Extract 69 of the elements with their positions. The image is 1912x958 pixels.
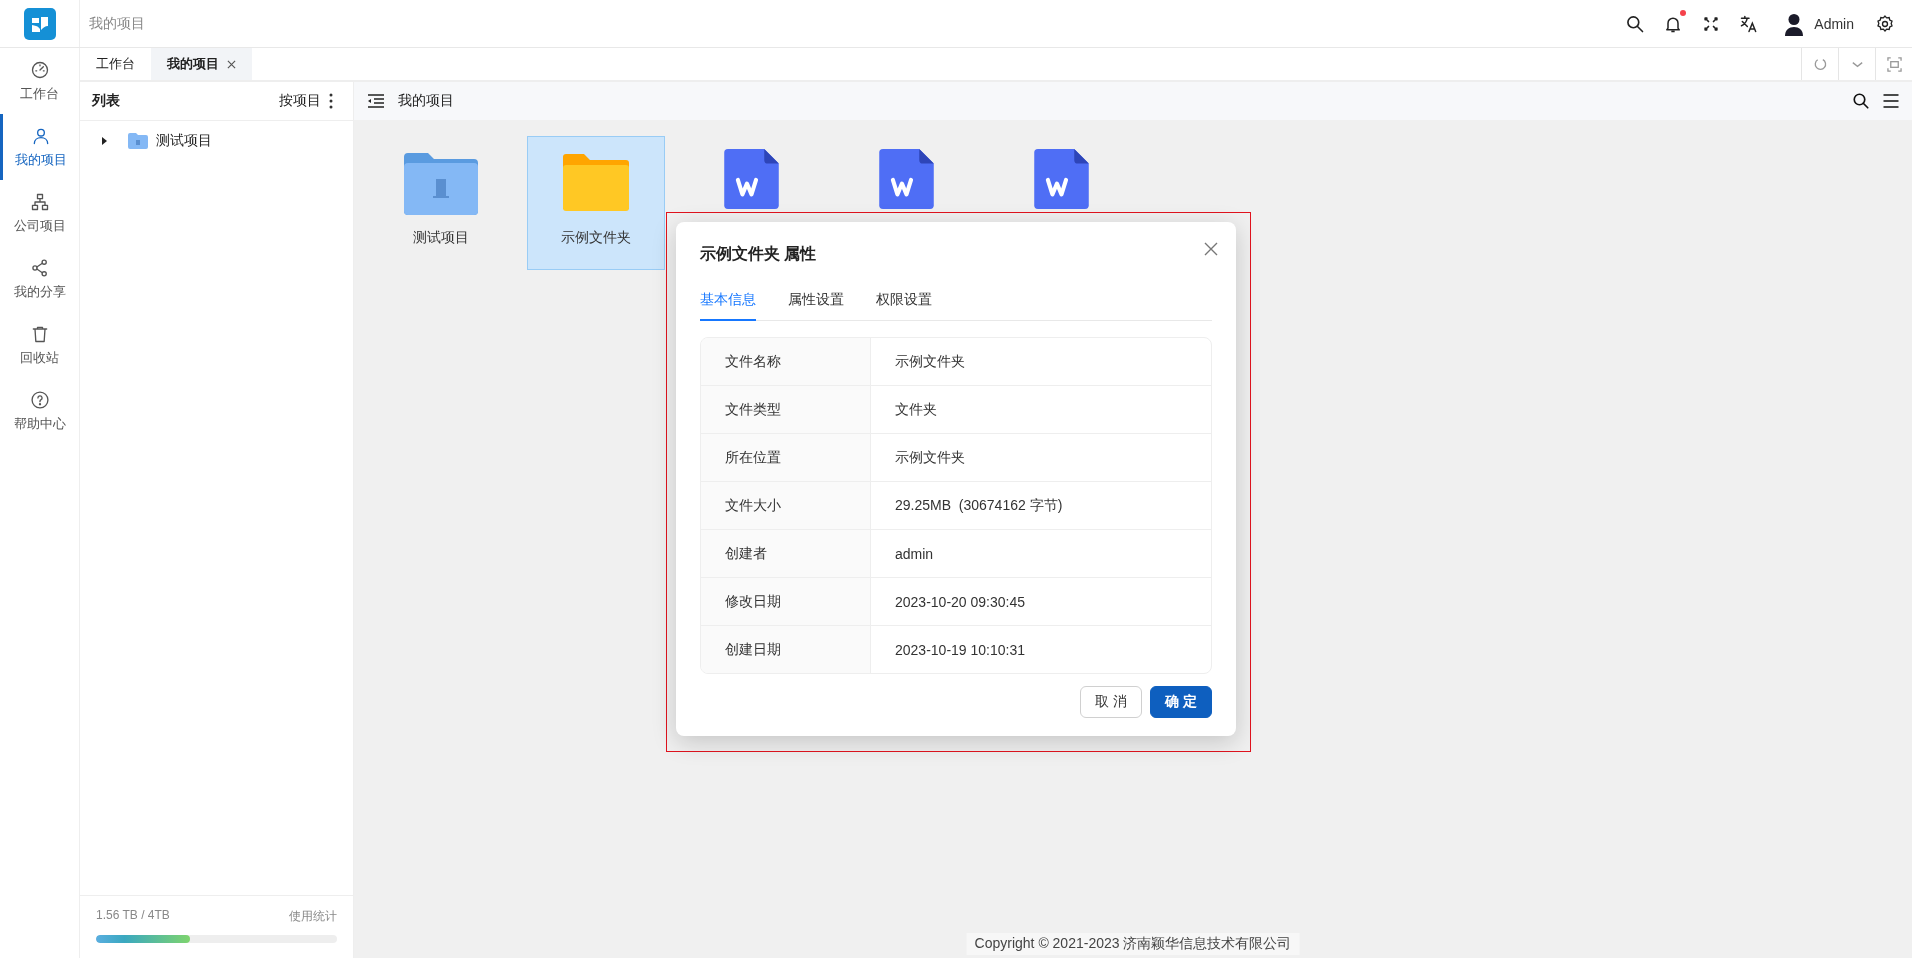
storage-usage: 1.56 TB / 4TB xyxy=(96,908,170,924)
help-icon xyxy=(29,389,50,410)
folder-icon xyxy=(128,133,148,149)
page-tab[interactable]: 我的项目 xyxy=(151,48,252,80)
building-folder-icon xyxy=(402,151,480,217)
dialog-title: 示例文件夹 属性 xyxy=(700,244,817,264)
frame-icon xyxy=(1886,56,1902,72)
tree-label: 测试项目 xyxy=(156,132,212,150)
cancel-button[interactable]: 取 消 xyxy=(1080,686,1143,718)
caret-icon[interactable] xyxy=(100,137,108,145)
property-label: 文件大小 xyxy=(701,482,871,529)
property-value: 示例文件夹 xyxy=(894,351,966,371)
confirm-button[interactable]: 确 定 xyxy=(1150,686,1212,718)
logo-icon xyxy=(23,7,56,40)
property-label: 创建日期 xyxy=(701,626,871,673)
menu-icon[interactable] xyxy=(1882,92,1900,110)
word-document-icon xyxy=(1033,149,1089,209)
nav-label: 帮助中心 xyxy=(13,415,66,433)
nav-label: 工作台 xyxy=(20,85,59,103)
file-name: 测试项目 xyxy=(413,229,469,247)
sort-selector[interactable]: 按项目 xyxy=(279,92,321,110)
notification-button[interactable] xyxy=(1663,13,1684,34)
gauge-icon xyxy=(29,59,50,80)
close-icon[interactable] xyxy=(227,59,236,69)
close-icon[interactable] xyxy=(1204,242,1218,256)
collapse-menu-icon[interactable] xyxy=(368,94,384,108)
file-item[interactable]: 测试项目 xyxy=(372,136,510,270)
word-document-icon xyxy=(878,149,934,209)
nav-item[interactable]: 公司项目 xyxy=(0,180,79,246)
content-title: 我的项目 xyxy=(398,92,455,110)
tree-item[interactable]: 测试项目 xyxy=(100,129,353,153)
nav-item[interactable]: 帮助中心 xyxy=(0,378,79,444)
nav-item[interactable]: 回收站 xyxy=(0,312,79,378)
dialog-tab[interactable]: 属性设置 xyxy=(788,291,844,321)
search-icon[interactable] xyxy=(1852,92,1870,110)
nav-label: 我的项目 xyxy=(15,151,67,169)
property-label: 所在位置 xyxy=(701,434,871,481)
page-tab[interactable]: 工作台 xyxy=(80,48,151,80)
property-value: 示例文件夹 xyxy=(894,447,966,467)
hierarchy-icon xyxy=(29,191,50,212)
word-document-icon xyxy=(723,149,779,209)
nav-item[interactable]: 我的分享 xyxy=(0,246,79,312)
property-value: 2023-10-20 09:30:45 xyxy=(894,592,1026,612)
property-label: 文件名称 xyxy=(701,338,871,385)
property-value: 2023-10-19 10:10:31 xyxy=(894,640,1026,660)
property-value: 29.25MB (30674162 字节) xyxy=(894,495,1064,515)
dialog-tab[interactable]: 权限设置 xyxy=(876,291,932,321)
nav-item[interactable]: 工作台 xyxy=(0,48,79,114)
settings-icon[interactable] xyxy=(1875,13,1895,34)
refresh-icon xyxy=(1812,56,1828,72)
nav-label: 公司项目 xyxy=(13,217,66,235)
share-icon xyxy=(29,257,50,278)
breadcrumb: 我的项目 xyxy=(89,14,146,33)
stats-link[interactable]: 使用统计 xyxy=(289,908,337,925)
property-label: 创建者 xyxy=(701,530,871,577)
search-icon[interactable] xyxy=(1625,13,1646,34)
property-label: 修改日期 xyxy=(701,578,871,625)
property-value: admin xyxy=(894,544,935,564)
copyright-text: Copyright © 2021-2023 济南颖华信息技术有限公司 xyxy=(966,933,1300,955)
panel-title: 列表 xyxy=(92,92,121,110)
more-icon[interactable] xyxy=(329,93,333,109)
user-name[interactable]: Admin xyxy=(1814,15,1854,32)
nav-label: 回收站 xyxy=(20,349,59,367)
nav-label: 我的分享 xyxy=(13,283,66,301)
dialog-tab[interactable]: 基本信息 xyxy=(700,291,756,321)
file-item[interactable]: 示例文件夹 xyxy=(527,136,665,270)
property-label: 文件类型 xyxy=(701,386,871,433)
property-value: 文件夹 xyxy=(894,399,938,419)
file-name: 示例文件夹 xyxy=(561,229,631,247)
